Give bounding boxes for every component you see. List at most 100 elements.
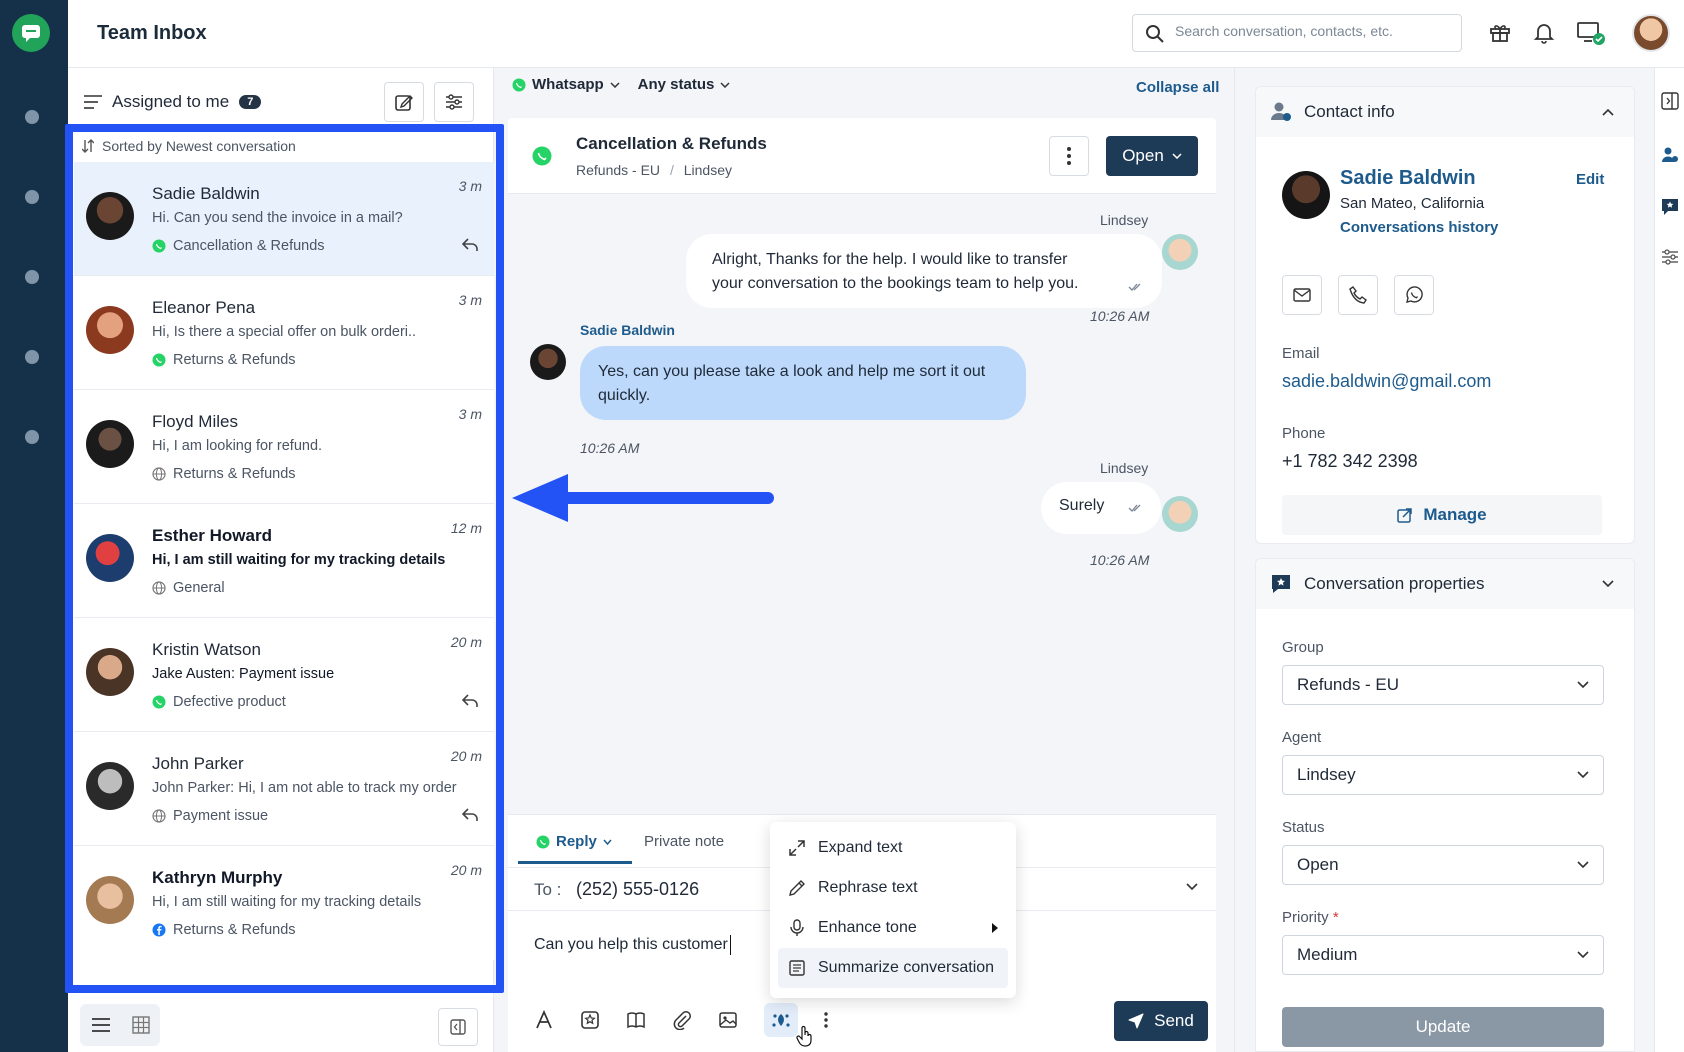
menu-item-rephrase-text[interactable]: Rephrase text — [778, 868, 1008, 908]
annotation-arrow-icon — [512, 474, 774, 522]
attachment-icon[interactable] — [672, 1010, 692, 1030]
contact-icon — [1271, 102, 1291, 121]
message-time: 10:26 AM — [580, 440, 640, 456]
text-caret — [729, 935, 731, 955]
edit-icon — [395, 95, 413, 111]
rail-item-3[interactable] — [25, 270, 39, 284]
mail-icon — [1293, 288, 1311, 302]
active-tab-indicator — [518, 861, 632, 864]
menu-lines-icon — [84, 95, 102, 109]
double-check-icon — [1128, 283, 1141, 291]
chevron-down-icon[interactable] — [1186, 883, 1198, 891]
recipient-value: (252) 555-0126 — [576, 879, 700, 899]
status-label: Status — [1282, 819, 1325, 836]
priority-select[interactable]: Medium — [1282, 935, 1604, 975]
contact-location: San Mateo, California — [1340, 195, 1485, 212]
email-contact-button[interactable] — [1282, 275, 1322, 315]
channel-filter[interactable]: Whatsapp — [512, 76, 620, 93]
message-input[interactable]: Can you help this customer — [534, 935, 731, 955]
message-sender: Lindsey — [1100, 212, 1149, 228]
whatsapp-contact-button[interactable] — [1394, 275, 1434, 315]
bell-icon[interactable] — [1532, 20, 1556, 44]
send-icon — [1128, 1013, 1144, 1029]
menu-item-expand-text[interactable]: Expand text — [778, 828, 1008, 868]
send-button[interactable]: Send — [1114, 1001, 1208, 1041]
filter-settings-button[interactable] — [434, 82, 474, 122]
properties-icon[interactable] — [1661, 198, 1679, 216]
agent-select[interactable]: Lindsey — [1282, 755, 1604, 795]
more-options-button[interactable] — [1049, 136, 1089, 176]
conversation-history-link[interactable]: Conversations history — [1340, 219, 1498, 236]
ai-sparkle-icon — [772, 1014, 790, 1027]
assigned-filter[interactable]: Assigned to me 7 — [84, 92, 262, 112]
assigned-label: Assigned to me — [112, 92, 230, 111]
message-time: 10:26 AM — [1090, 552, 1150, 568]
contact-email[interactable]: sadie.baldwin@gmail.com — [1282, 371, 1491, 392]
tab-private-note[interactable]: Private note — [644, 833, 724, 850]
group-value: Refunds - EU — [1297, 675, 1400, 694]
sliders-icon[interactable] — [1661, 248, 1679, 266]
message-bubble-incoming: Yes, can you please take a look and help… — [580, 346, 1026, 420]
list-view-icon[interactable] — [91, 1017, 111, 1033]
status-select[interactable]: Open — [1282, 845, 1604, 885]
edit-contact-link[interactable]: Edit — [1576, 171, 1604, 188]
collapse-panel-button[interactable] — [438, 1008, 478, 1046]
compose-button[interactable] — [384, 82, 424, 122]
contact-info-header[interactable]: Contact info — [1256, 87, 1634, 137]
knowledge-base-icon[interactable] — [626, 1010, 646, 1030]
panel-toggle-icon[interactable] — [1661, 92, 1679, 110]
chevron-down-icon — [1577, 771, 1589, 779]
image-icon[interactable] — [718, 1010, 738, 1030]
pen-icon — [789, 880, 805, 896]
menu-item-summarize[interactable]: Summarize conversation — [778, 948, 1008, 988]
microphone-icon — [790, 919, 804, 936]
menu-item-enhance-tone[interactable]: Enhance tone — [778, 908, 1008, 948]
update-button[interactable]: Update — [1282, 1007, 1604, 1047]
kebab-icon — [1067, 147, 1071, 165]
kebab-icon[interactable] — [824, 1012, 828, 1028]
details-panel: Contact info Sadie Baldwin Edit San Mate… — [1234, 68, 1654, 1052]
message-bubble-outgoing: Alright, Thanks for the help. I would li… — [686, 234, 1162, 308]
rail-item-1[interactable] — [25, 110, 39, 124]
filter-bar: Whatsapp Any status — [512, 76, 730, 93]
crumb-group[interactable]: Refunds - EU — [576, 162, 660, 178]
group-select[interactable]: Refunds - EU — [1282, 665, 1604, 705]
search-input[interactable] — [1175, 23, 1445, 39]
chevron-up-icon — [1602, 108, 1614, 116]
status-dropdown-button[interactable]: Open — [1106, 136, 1198, 176]
ai-assist-button[interactable] — [764, 1003, 798, 1037]
rail-item-2[interactable] — [25, 190, 39, 204]
crumb-agent[interactable]: Lindsey — [684, 162, 732, 178]
text-format-icon[interactable] — [534, 1010, 554, 1030]
agent-status-icon[interactable] — [1576, 20, 1606, 46]
tab-reply[interactable]: Reply — [536, 833, 612, 850]
status-filter[interactable]: Any status — [638, 76, 731, 93]
avatar — [530, 344, 566, 380]
conversation-properties-header[interactable]: Conversation properties — [1256, 559, 1634, 609]
app-logo-icon[interactable] — [12, 14, 50, 52]
view-toggle — [80, 1004, 160, 1046]
chevron-down-icon — [1172, 153, 1182, 159]
collapse-all-link[interactable]: Collapse all — [1136, 79, 1219, 96]
user-avatar[interactable] — [1632, 14, 1670, 52]
manage-contact-button[interactable]: Manage — [1282, 495, 1602, 535]
rail-item-5[interactable] — [25, 430, 39, 444]
canned-response-icon[interactable] — [580, 1010, 600, 1030]
properties-icon — [1272, 575, 1290, 593]
message-input-text: Can you help this customer — [534, 936, 728, 954]
side-toolbar — [1654, 68, 1684, 1052]
rail-item-4[interactable] — [25, 350, 39, 364]
call-contact-button[interactable] — [1338, 275, 1378, 315]
sliders-icon — [446, 94, 462, 110]
gift-icon[interactable] — [1488, 20, 1512, 44]
external-edit-icon — [1397, 508, 1413, 523]
group-label: Group — [1282, 639, 1324, 656]
table-view-icon[interactable] — [131, 1016, 150, 1034]
search-box[interactable] — [1132, 14, 1462, 52]
message-sender: Lindsey — [1100, 460, 1149, 476]
agent-value: Lindsey — [1297, 765, 1356, 784]
chevron-down-icon — [1577, 951, 1589, 959]
contact-icon[interactable] — [1661, 146, 1679, 164]
chevron-down-icon — [1577, 681, 1589, 689]
whatsapp-icon — [536, 835, 550, 848]
